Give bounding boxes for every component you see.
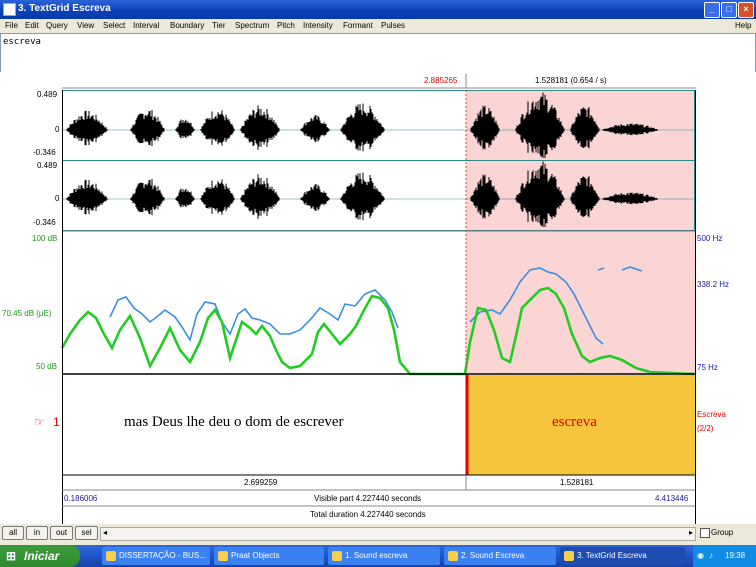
close-button[interactable]: × xyxy=(738,2,754,18)
windows-logo-icon: ⊞ xyxy=(6,549,17,563)
zoom-out-button[interactable]: out xyxy=(50,526,73,540)
scroll-right-icon[interactable]: ▸ xyxy=(689,528,693,537)
task-dissertacao[interactable]: DISSERTAÇÃO - BUS... xyxy=(102,547,210,565)
wave1-max: 0.489 xyxy=(37,90,58,99)
cursor-time: 2.885265 xyxy=(424,76,458,85)
menu-formant[interactable]: Formant xyxy=(343,21,373,30)
horizontal-scrollbar[interactable]: ◂ ▸ xyxy=(100,527,696,541)
selection-duration: 1.528181 (0.654 / s) xyxy=(535,76,607,85)
wave2-zero: 0 xyxy=(55,194,60,203)
wave1-zero: 0 xyxy=(55,125,60,134)
wave1-min: -0.346 xyxy=(33,148,56,157)
zoom-all-button[interactable]: all xyxy=(2,526,24,540)
intensity-mid-label: 70.45 dB (μE) xyxy=(2,309,52,318)
pitch-top-label: 500 Hz xyxy=(697,234,723,243)
interval-text-field[interactable]: escreva xyxy=(0,33,756,73)
start-button[interactable]: ⊞ Iniciar xyxy=(0,545,80,567)
menu-intensity[interactable]: Intensity xyxy=(303,21,333,30)
title-bar: 3. TextGrid Escreva _ □ × xyxy=(0,0,756,19)
tier-name: Escreva xyxy=(697,410,726,419)
zoom-in-button[interactable]: in xyxy=(26,526,48,540)
zoom-sel-button[interactable]: sel xyxy=(75,526,98,540)
pitch-bottom-label: 75 Hz xyxy=(697,363,718,372)
task-sound-escreva-1[interactable]: 1. Sound escreva xyxy=(328,547,440,565)
visible-start: 0.186006 xyxy=(64,494,98,503)
menu-help[interactable]: Help xyxy=(735,21,751,30)
group-label: Group xyxy=(711,528,734,537)
wave2-max: 0.489 xyxy=(37,161,58,170)
tier-count: (2/2) xyxy=(697,424,714,433)
interval-text-value: escreva xyxy=(3,37,41,47)
visible-end: 4.413446 xyxy=(655,494,689,503)
intensity-top-label: 100 dB xyxy=(32,234,58,243)
praat-icon xyxy=(218,550,228,561)
menu-file[interactable]: File xyxy=(5,21,18,30)
menu-bar: File Edit Query View Select Interval Bou… xyxy=(0,19,756,33)
document-icon xyxy=(106,550,116,561)
interval-1-text[interactable]: mas Deus lhe deu o dom de escrever xyxy=(124,414,344,431)
task-textgrid-escreva[interactable]: 3. TextGrid Escreva xyxy=(560,547,685,565)
wave2-min: -0.346 xyxy=(33,218,56,227)
interval-2-text[interactable]: escreva xyxy=(552,414,597,431)
minimize-button[interactable]: _ xyxy=(704,2,720,18)
total-duration[interactable]: Total duration 4.227440 seconds xyxy=(310,510,426,519)
bottom-controls: all in out sel ◂ ▸ Group xyxy=(0,524,756,542)
praat-icon xyxy=(564,550,574,561)
start-label: Iniciar xyxy=(24,549,60,563)
intensity-bottom-label: 50 dB xyxy=(36,362,57,371)
textgrid-editor[interactable]: 2.885265 1.528181 (0.654 / s) 0.489 0 -0… xyxy=(0,72,756,524)
tray-icon[interactable]: ◉ xyxy=(697,545,704,567)
menu-edit[interactable]: Edit xyxy=(25,21,39,30)
menu-view[interactable]: View xyxy=(77,21,94,30)
window-title: 3. TextGrid Escreva xyxy=(18,3,111,14)
menu-query[interactable]: Query xyxy=(46,21,68,30)
menu-interval[interactable]: Interval xyxy=(133,21,159,30)
praat-icon xyxy=(448,550,458,561)
menu-tier[interactable]: Tier xyxy=(212,21,225,30)
group-checkbox[interactable] xyxy=(700,528,710,538)
visible-part[interactable]: Visible part 4.227440 seconds xyxy=(314,494,421,503)
menu-pulses[interactable]: Pulses xyxy=(381,21,405,30)
task-sound-escreva-2[interactable]: 2. Sound Escreva xyxy=(444,547,556,565)
praat-icon xyxy=(332,550,342,561)
right-part-duration[interactable]: 1.528181 xyxy=(560,478,593,487)
menu-spectrum[interactable]: Spectrum xyxy=(235,21,269,30)
tier-pointer-icon[interactable]: ☞ xyxy=(34,415,45,429)
editor-canvas[interactable] xyxy=(0,72,756,524)
app-icon xyxy=(3,3,16,16)
menu-pitch[interactable]: Pitch xyxy=(277,21,295,30)
left-part-duration[interactable]: 2.699259 xyxy=(244,478,277,487)
menu-select[interactable]: Select xyxy=(103,21,125,30)
task-praat-objects[interactable]: Praat Objects xyxy=(214,547,324,565)
clock: 19:38 xyxy=(725,551,746,560)
maximize-button[interactable]: □ xyxy=(721,2,737,18)
pitch-mid-label: 338.2 Hz xyxy=(697,280,730,289)
taskbar: ⊞ Iniciar DISSERTAÇÃO - BUS... Praat Obj… xyxy=(0,545,756,567)
volume-icon[interactable]: ♪ xyxy=(709,545,713,567)
menu-boundary[interactable]: Boundary xyxy=(170,21,204,30)
system-tray: ◉ ♪ 19:38 xyxy=(693,545,756,567)
scroll-left-icon[interactable]: ◂ xyxy=(103,528,107,537)
tier-number[interactable]: 1 xyxy=(53,415,60,429)
